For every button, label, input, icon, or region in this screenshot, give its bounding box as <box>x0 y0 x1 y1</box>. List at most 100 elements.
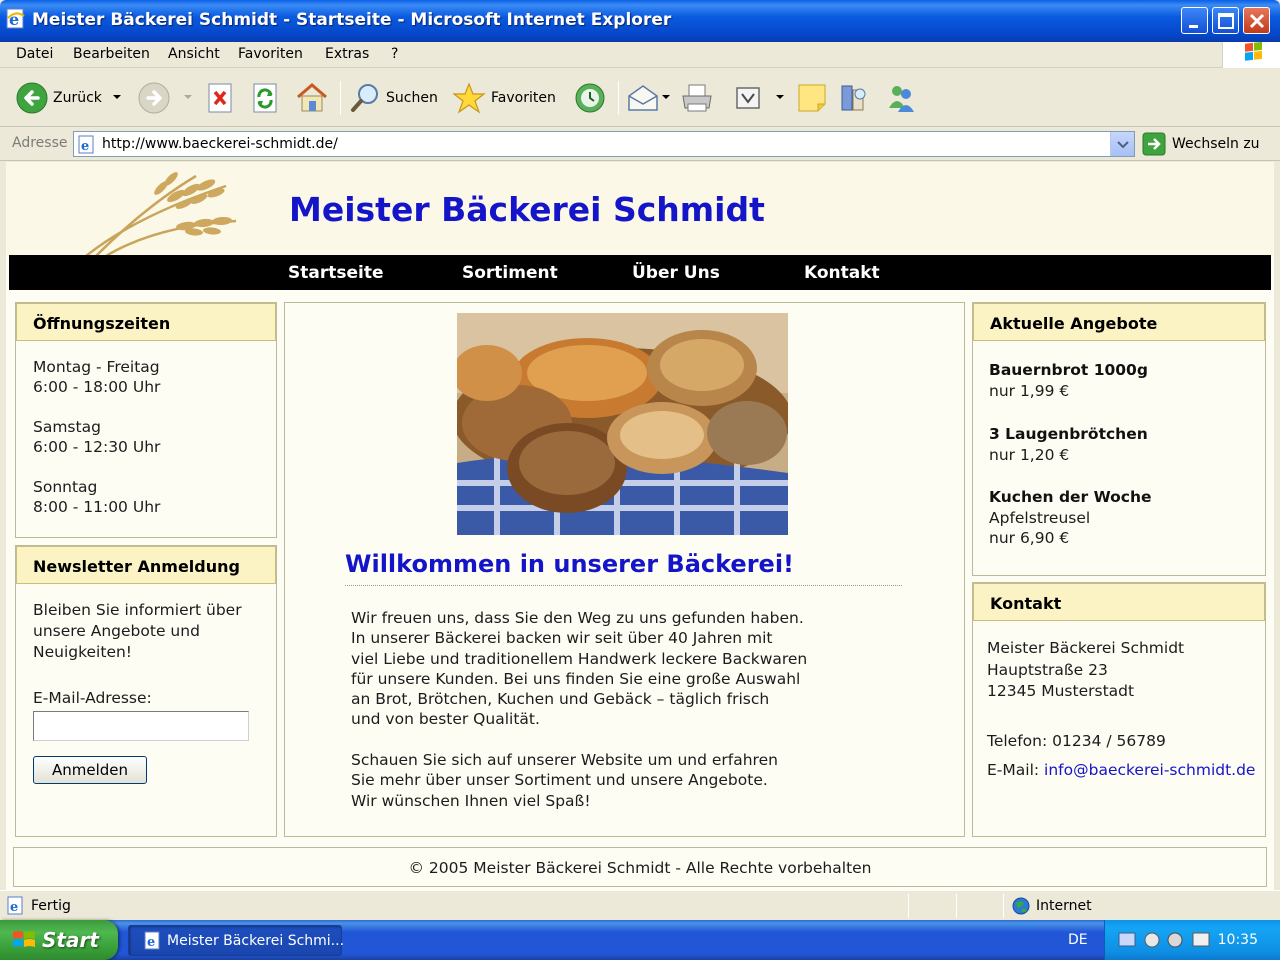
clock: 10:35 <box>1217 932 1258 948</box>
page-done-icon: e <box>7 896 23 915</box>
mail-button[interactable] <box>626 81 660 115</box>
newsletter-text-2: unsere Angebote und <box>33 622 200 640</box>
hours-box: Öffnungszeiten Montag - Freitag 6:00 - 1… <box>15 302 277 538</box>
maximize-button[interactable] <box>1212 7 1239 34</box>
security-icon <box>1167 932 1183 948</box>
nav-ueber-uns[interactable]: Über Uns <box>632 263 720 283</box>
search-button[interactable]: Suchen <box>349 81 438 115</box>
menu-datei[interactable]: Datei <box>16 46 53 62</box>
windows-flag-icon <box>13 931 35 947</box>
taskbar-ie-window[interactable]: e Meister Bäckerei Schmi... <box>128 925 345 956</box>
intro-line-5: an Brot, Brötchen, Kuchen und Gebäck – t… <box>351 690 770 708</box>
status-divider <box>1003 894 1004 918</box>
home-button[interactable] <box>295 81 329 115</box>
hours-day-1: Montag - Freitag <box>33 358 160 376</box>
contact-email-row: E-Mail: info@baeckerei-schmidt.de <box>987 760 1255 781</box>
email-input[interactable] <box>33 711 249 741</box>
offer-1-price: nur 1,99 € <box>989 382 1070 400</box>
offer-3-name: Kuchen der Woche <box>989 488 1152 506</box>
forward-dropdown-icon[interactable] <box>184 95 192 99</box>
print-button[interactable] <box>680 81 714 115</box>
contact-name: Meister Bäckerei Schmidt <box>987 639 1185 657</box>
windows-flag-icon <box>1245 41 1262 61</box>
web-page: Meister Bäckerei Schmidt Startseite Sort… <box>6 162 1274 890</box>
research-button[interactable] <box>838 81 870 115</box>
globe-icon <box>1012 897 1030 915</box>
nav-sortiment[interactable]: Sortiment <box>462 263 558 283</box>
contact-city: 12345 Musterstadt <box>987 682 1135 700</box>
close-button[interactable] <box>1243 7 1270 34</box>
edit-icon <box>736 87 760 109</box>
address-label: Adresse <box>12 135 68 151</box>
messenger-button[interactable] <box>884 81 918 115</box>
menu-help[interactable]: ? <box>391 46 398 62</box>
home-icon <box>297 83 327 112</box>
svg-text:e: e <box>147 935 155 950</box>
offer-3-detail: Apfelstreusel <box>989 509 1091 527</box>
newsletter-header: Newsletter Anmeldung <box>16 546 276 584</box>
newsletter-text-3: Neuigkeiten! <box>33 643 133 661</box>
media-button[interactable] <box>573 81 607 115</box>
email-label: E-Mail-Adresse: <box>33 689 152 707</box>
forward-button[interactable] <box>138 81 170 115</box>
hours-time-2: 6:00 - 12:30 Uhr <box>33 438 161 456</box>
menu-favoriten[interactable]: Favoriten <box>238 46 303 62</box>
address-dropdown-button[interactable] <box>1110 132 1134 156</box>
close-icon <box>1249 13 1265 29</box>
offer-2-price: nur 1,20 € <box>989 446 1070 464</box>
browser-viewport[interactable]: Meister Bäckerei Schmidt Startseite Sort… <box>6 162 1274 890</box>
window-titlebar[interactable]: e Meister Bäckerei Schmidt - Startseite … <box>0 0 1280 42</box>
language-indicator[interactable]: DE <box>1068 932 1088 948</box>
offer-3-price: nur 6,90 € <box>989 529 1070 547</box>
back-label: Zurück <box>53 90 102 106</box>
edit-dropdown-icon[interactable] <box>776 95 784 99</box>
offers-header: Aktuelle Angebote <box>973 303 1265 341</box>
menu-bearbeiten[interactable]: Bearbeiten <box>73 46 150 62</box>
edit-button[interactable] <box>733 81 763 115</box>
toolbar-separator <box>340 81 341 115</box>
taskbar-window-label: Meister Bäckerei Schmi... <box>167 933 345 949</box>
go-label: Wechseln zu <box>1172 136 1260 152</box>
status-bar: e Fertig Internet <box>0 890 1280 920</box>
back-dropdown-icon[interactable] <box>113 95 121 99</box>
stop-button[interactable] <box>206 81 236 115</box>
status-divider <box>908 894 909 918</box>
outro-line-1: Schauen Sie sich auf unserer Website um … <box>351 751 778 769</box>
hours-day-3: Sonntag <box>33 478 98 496</box>
favorites-button[interactable]: Favoriten <box>452 81 556 115</box>
minimize-button[interactable] <box>1181 7 1208 34</box>
menu-ansicht[interactable]: Ansicht <box>168 46 220 62</box>
research-icon <box>841 85 866 111</box>
mail-dropdown-icon[interactable] <box>662 95 670 99</box>
offer-2-name: 3 Laugenbrötchen <box>989 425 1148 443</box>
intro-line-6: und von bester Qualität. <box>351 710 540 728</box>
discuss-button[interactable] <box>796 81 828 115</box>
start-label: Start <box>42 928 99 952</box>
subscribe-button[interactable]: Anmelden <box>33 756 147 784</box>
favorites-label: Favoriten <box>491 90 556 106</box>
chevron-down-icon <box>1117 141 1129 149</box>
address-input[interactable]: e http://www.baeckerei-schmidt.de/ <box>73 131 1135 157</box>
go-button[interactable]: Wechseln zu <box>1142 131 1260 157</box>
newsletter-heading: Newsletter Anmeldung <box>33 557 240 576</box>
contact-street: Hauptstraße 23 <box>987 661 1108 679</box>
nav-kontakt[interactable]: Kontakt <box>804 263 880 283</box>
start-button[interactable]: Start <box>0 920 118 960</box>
forward-arrow-icon <box>138 82 170 114</box>
hours-time-3: 8:00 - 11:00 Uhr <box>33 498 161 516</box>
refresh-icon <box>253 83 277 113</box>
toolbar: Zurück Suchen Favoriten <box>0 69 1280 127</box>
menu-extras[interactable]: Extras <box>325 46 369 62</box>
offers-box: Aktuelle Angebote Bauernbrot 1000g nur 1… <box>972 302 1266 576</box>
refresh-button[interactable] <box>251 81 281 115</box>
welcome-divider <box>345 585 902 586</box>
outro-line-3: Wir wünschen Ihnen viel Spaß! <box>351 792 591 810</box>
nav-startseite[interactable]: Startseite <box>288 263 383 283</box>
contact-phone: Telefon: 01234 / 56789 <box>987 732 1166 750</box>
back-button[interactable]: Zurück <box>16 81 102 115</box>
menu-bar: Datei Bearbeiten Ansicht Favoriten Extra… <box>0 42 1280 68</box>
hours-header: Öffnungszeiten <box>16 303 276 341</box>
contact-email-link[interactable]: info@baeckerei-schmidt.de <box>1044 761 1255 779</box>
search-icon <box>351 84 378 112</box>
history-icon <box>575 83 605 113</box>
